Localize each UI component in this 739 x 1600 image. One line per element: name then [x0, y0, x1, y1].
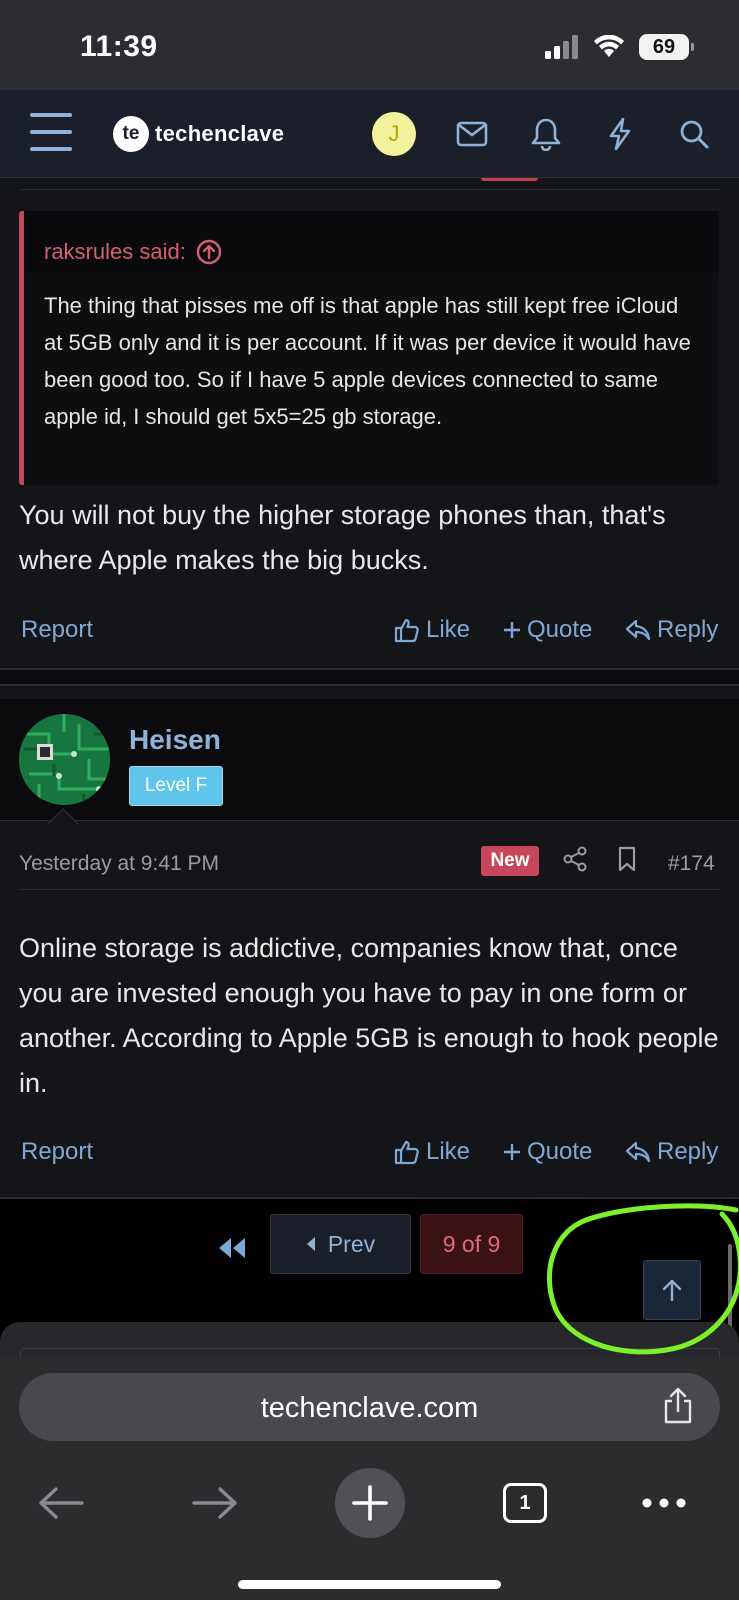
- post-author-block: Heisen Level F: [0, 699, 739, 821]
- app-header: te techenclave J: [0, 90, 739, 178]
- new-badge: New: [481, 846, 539, 876]
- arrow-up-circle-icon[interactable]: [196, 239, 222, 265]
- post-meta: Yesterday at 9:41 PM New #174: [19, 846, 719, 890]
- tab-count: 1: [503, 1483, 547, 1523]
- like-button[interactable]: Like: [394, 1138, 470, 1166]
- more-icon[interactable]: [642, 1466, 686, 1540]
- user-avatar[interactable]: J: [372, 112, 416, 156]
- previous-post-meta-edge: [20, 178, 720, 190]
- post-actions: Report Like Quote Reply: [21, 1132, 721, 1172]
- reply-button[interactable]: Reply: [625, 616, 718, 644]
- post-gap: [0, 670, 739, 684]
- author-level-badge: Level F: [129, 766, 223, 806]
- reply-icon: [625, 1141, 651, 1163]
- site-logo[interactable]: te techenclave: [113, 116, 284, 152]
- search-icon[interactable]: [674, 114, 714, 154]
- post-body: Online storage is addictive, companies k…: [19, 933, 719, 1098]
- thread-content: raksrules said: The thing that pisses me…: [0, 178, 739, 1358]
- back-icon[interactable]: [38, 1466, 84, 1540]
- browser-toolbar: techenclave.com 1: [0, 1358, 739, 1600]
- status-time: 11:39: [80, 30, 158, 63]
- arrow-up-icon: [662, 1279, 682, 1302]
- quote-author: raksrules said:: [44, 239, 186, 264]
- address-bar[interactable]: techenclave.com: [19, 1373, 720, 1441]
- mail-icon[interactable]: [452, 114, 492, 154]
- scroll-to-top-button[interactable]: [643, 1260, 701, 1320]
- bookmark-icon[interactable]: [617, 846, 637, 878]
- report-link[interactable]: Report: [21, 1138, 93, 1166]
- reply-label: Reply: [657, 1138, 719, 1165]
- reply-label: Reply: [657, 616, 719, 643]
- quote-block: raksrules said: The thing that pisses me…: [19, 211, 719, 485]
- tabs-button[interactable]: 1: [501, 1466, 549, 1540]
- like-label: Like: [426, 616, 471, 643]
- post-actions: Report Like Quote Reply: [21, 610, 721, 650]
- logo-text: techenclave: [155, 121, 285, 146]
- post-body: You will not buy the higher storage phon…: [19, 500, 666, 575]
- post-divider: [0, 684, 739, 686]
- battery-indicator: 69: [639, 34, 694, 60]
- like-button[interactable]: Like: [394, 616, 470, 644]
- quote-label: Quote: [527, 1138, 593, 1165]
- bell-icon[interactable]: [526, 114, 566, 154]
- quote-label: Quote: [527, 616, 593, 643]
- report-link[interactable]: Report: [21, 616, 93, 644]
- share-icon[interactable]: [563, 846, 587, 878]
- author-avatar[interactable]: [19, 714, 110, 805]
- status-icons: 69: [545, 34, 694, 60]
- status-bar: 11:39 69: [0, 0, 739, 90]
- caret-left-icon: [306, 1237, 315, 1251]
- prev-page-button[interactable]: Prev: [270, 1214, 411, 1274]
- post-date[interactable]: Yesterday at 9:41 PM: [19, 852, 219, 876]
- post-number-link[interactable]: #174: [668, 852, 715, 876]
- hamburger-icon[interactable]: [30, 113, 72, 151]
- quote-text: The thing that pisses me off is that app…: [44, 293, 691, 429]
- lightning-icon[interactable]: [600, 114, 640, 154]
- quote-button[interactable]: Quote: [503, 1138, 592, 1166]
- reply-button[interactable]: Reply: [625, 1138, 718, 1166]
- reply-icon: [625, 619, 651, 641]
- previous-new-badge-edge: [481, 178, 538, 181]
- url-text: techenclave.com: [260, 1392, 479, 1424]
- new-tab-button[interactable]: [335, 1466, 405, 1540]
- new-tab-icon: [335, 1468, 405, 1538]
- plus-icon: [504, 622, 520, 638]
- first-page-icon[interactable]: [218, 1237, 246, 1264]
- page-jump-button[interactable]: 9 of 9: [420, 1214, 523, 1274]
- logo-mark: te: [113, 116, 149, 152]
- share-url-icon[interactable]: [662, 1387, 694, 1430]
- author-name[interactable]: Heisen: [129, 724, 221, 756]
- thumbs-up-icon: [394, 618, 419, 643]
- prev-label: Prev: [327, 1230, 376, 1257]
- plus-icon: [504, 1144, 520, 1160]
- like-label: Like: [426, 1138, 471, 1165]
- thumbs-up-icon: [394, 1140, 419, 1165]
- wifi-icon: [594, 35, 624, 57]
- home-indicator: [238, 1580, 501, 1589]
- forward-icon[interactable]: [192, 1466, 238, 1540]
- signal-icon: [545, 35, 578, 59]
- quote-header[interactable]: raksrules said:: [24, 211, 719, 273]
- quote-button[interactable]: Quote: [503, 616, 592, 644]
- author-pointer: [47, 808, 79, 825]
- browser-nav: 1: [0, 1466, 739, 1540]
